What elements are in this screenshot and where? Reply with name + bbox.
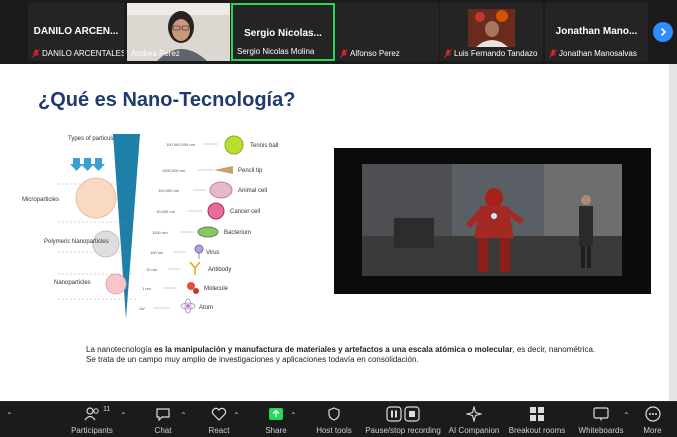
microparticle-circle: [75, 177, 117, 219]
participant-name: Andrea Perez: [131, 49, 180, 58]
caret-up-icon[interactable]: ⌃: [120, 411, 127, 420]
participant-video-tile[interactable]: Luis Fernando Tandazo: [440, 3, 543, 61]
mic-muted-icon: [549, 49, 557, 58]
animal-cell-icon: [209, 181, 233, 199]
mic-muted-icon: [444, 49, 452, 58]
svg-text:100,000,000 nm: 100,000,000 nm: [166, 142, 196, 147]
svg-text:1000 nm: 1000 nm: [152, 230, 168, 235]
participants-button[interactable]: Participants: [62, 405, 122, 435]
caret-up-icon[interactable]: ⌃: [233, 411, 240, 420]
molecule-icon: [187, 282, 199, 294]
whiteboard-icon: [593, 407, 609, 421]
participants-count: 11: [103, 406, 111, 413]
participant-display-name: Sergio Nicolas...: [244, 28, 322, 39]
svg-text:Molecule: Molecule: [204, 286, 229, 292]
breakout-rooms-button[interactable]: Breakout rooms: [507, 405, 567, 435]
more-icon: [644, 406, 661, 422]
atom-icon: [180, 298, 196, 314]
chevron-right-icon: [660, 27, 667, 37]
participant-name: Luis Fernando Tandazo: [454, 49, 538, 58]
caret-up-icon[interactable]: ⌃: [623, 411, 630, 420]
svg-text:1000,000 nm: 1000,000 nm: [162, 168, 186, 173]
whiteboards-button[interactable]: Whiteboards: [571, 405, 631, 435]
shared-screen-slide: ¿Qué es Nano-Tecnología? Types of partic…: [0, 64, 669, 401]
svg-text:1A°: 1A°: [139, 306, 146, 311]
chat-button[interactable]: Chat: [133, 405, 193, 435]
sparkle-icon: [466, 406, 482, 422]
next-participants-button[interactable]: [653, 22, 673, 42]
caret-up-icon[interactable]: ⌃: [6, 411, 13, 420]
share-screen-icon: [269, 408, 283, 420]
svg-text:Tennis ball: Tennis ball: [250, 143, 278, 149]
svg-text:Pencil tip: Pencil tip: [238, 168, 263, 174]
participant-name: Jonathan Manosalvas: [559, 49, 637, 58]
left-label: Polymeric Nanoparticles: [44, 239, 109, 245]
bacterium-icon: [197, 226, 219, 238]
participant-strip: DANILO ARCEN... DANILO ARCENTALES Andrea…: [0, 0, 677, 64]
zoom-meeting-window: DANILO ARCEN... DANILO ARCENTALES Andrea…: [0, 0, 677, 437]
participant-name: DANILO ARCENTALES: [42, 49, 124, 58]
participant-tile[interactable]: DANILO ARCEN... DANILO ARCENTALES: [28, 3, 124, 61]
svg-text:Animal cell: Animal cell: [238, 188, 267, 194]
meeting-toolbar: ⌃ Participants 11 ⌃ Chat ⌃ React ⌃ Share…: [0, 401, 677, 437]
participant-video-tile[interactable]: Andrea Perez: [127, 3, 230, 61]
mic-muted-icon: [32, 49, 40, 58]
participants-icon: [84, 407, 99, 421]
caption-bold: es la manipulación y manufactura de mate…: [154, 345, 513, 354]
heart-icon: [211, 407, 227, 421]
participant-tile-active-speaker[interactable]: Sergio Nicolas... Sergio Nicolas Molina: [231, 3, 335, 61]
participant-tile[interactable]: Jonathan Mano... Jonathan Manosalvas: [545, 3, 648, 61]
participant-display-name: Jonathan Mano...: [555, 26, 638, 37]
record-controls-icon: [386, 406, 420, 422]
tennis-ball-icon: [224, 135, 244, 155]
embedded-video[interactable]: [334, 148, 651, 294]
svg-text:Antibody: Antibody: [208, 267, 231, 273]
svg-text:10 nm: 10 nm: [146, 267, 158, 272]
svg-text:Virus: Virus: [206, 250, 220, 256]
pause-stop-recording-button[interactable]: Pause/stop recording: [365, 405, 441, 435]
left-label: Microparticles: [22, 197, 59, 203]
slide-caption: La nanotecnología es la manipulación y m…: [86, 345, 596, 364]
svg-text:100,000 nm: 100,000 nm: [158, 188, 180, 193]
svg-text:1 nm: 1 nm: [142, 286, 152, 291]
vertical-scrollbar[interactable]: [669, 64, 677, 401]
participant-tile[interactable]: Alfonso Perez: [336, 3, 439, 61]
svg-text:Atom: Atom: [199, 305, 213, 311]
participant-name: Alfonso Perez: [350, 49, 400, 58]
host-tools-button[interactable]: Host tools: [304, 405, 364, 435]
participant-name: Sergio Nicolas Molina: [237, 47, 315, 56]
slide-title: ¿Qué es Nano-Tecnología?: [38, 89, 296, 111]
nanoparticle-circle: [105, 273, 127, 295]
svg-text:Cancer cell: Cancer cell: [230, 209, 260, 215]
nanoscale-diagram: Types of particulates Microparticles Pol…: [22, 134, 278, 319]
shield-icon: [328, 407, 340, 421]
ai-companion-button[interactable]: AI Companion: [444, 405, 504, 435]
antibody-icon: [189, 261, 201, 275]
svg-text:Bacterium: Bacterium: [224, 230, 251, 236]
pencil-tip-icon: [214, 166, 233, 174]
svg-text:100 nm: 100 nm: [150, 250, 164, 255]
mic-muted-icon: [340, 49, 348, 58]
more-button[interactable]: More: [630, 405, 675, 435]
arrow-down-icon: [70, 158, 105, 171]
breakout-rooms-icon: [530, 407, 544, 421]
caret-up-icon[interactable]: ⌃: [290, 411, 297, 420]
chat-icon: [156, 408, 170, 421]
caret-up-icon[interactable]: ⌃: [180, 411, 187, 420]
scale-items: 100,000,000 nm Tennis ball 1000,000 nm P…: [139, 135, 278, 314]
react-button[interactable]: React: [189, 405, 249, 435]
cancer-cell-icon: [207, 202, 225, 220]
participant-display-name: DANILO ARCEN...: [33, 26, 119, 37]
video-frame: [334, 148, 651, 294]
svg-text:10,000 nm: 10,000 nm: [156, 209, 176, 214]
share-button[interactable]: Share: [246, 405, 306, 435]
left-label: Nanoparticles: [54, 280, 91, 286]
virus-icon: [194, 244, 204, 259]
